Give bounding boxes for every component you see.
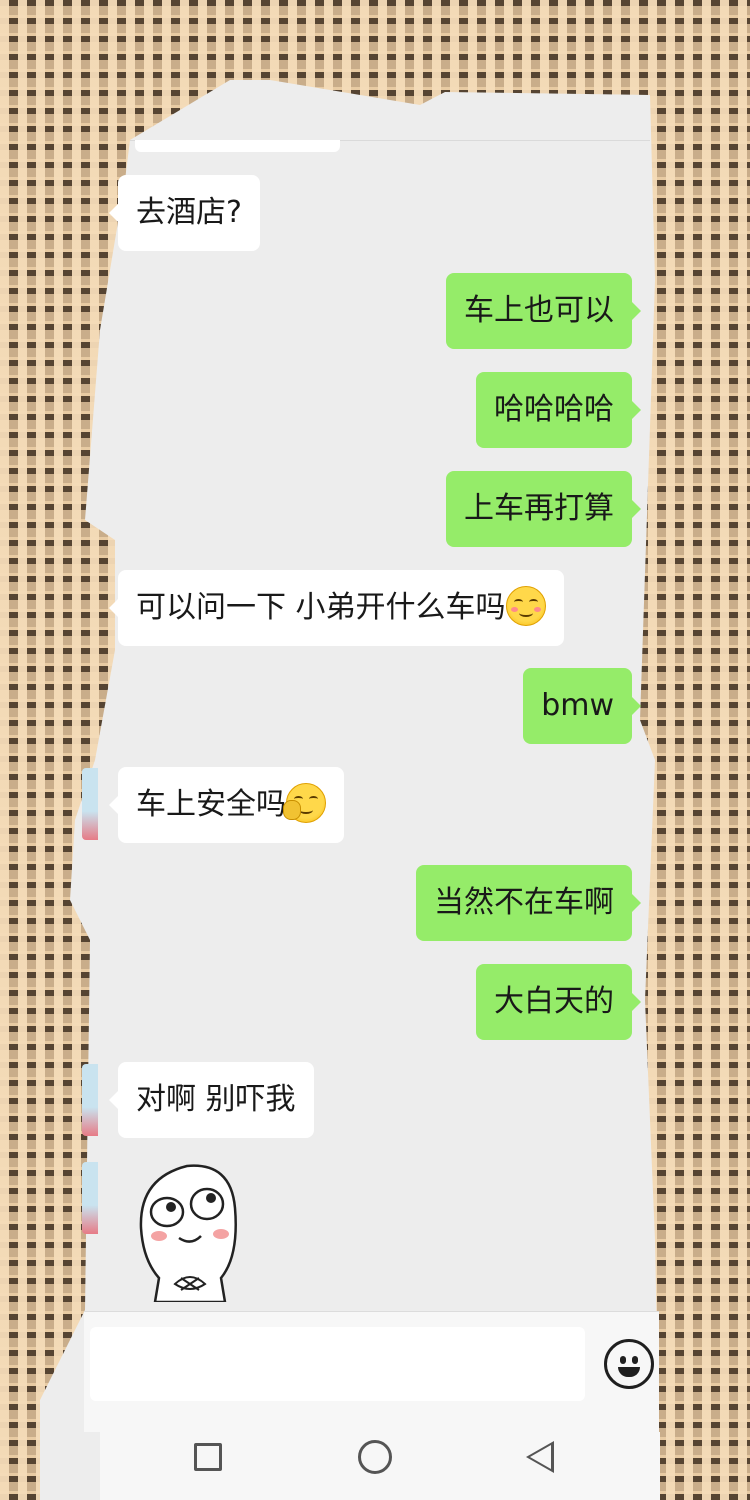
smirk-emoji-icon (505, 585, 546, 626)
contact-avatar[interactable] (82, 1064, 98, 1136)
outgoing-message[interactable]: 哈哈哈哈 (476, 372, 641, 448)
message-text: 大白天的 (494, 984, 614, 1019)
message-text: bmw (541, 688, 614, 723)
outgoing-message[interactable]: 车上也可以 (446, 273, 641, 349)
incoming-message[interactable]: 去酒店? (109, 175, 260, 251)
message-text: 去酒店? (136, 195, 242, 230)
message-text: 当然不在车啊 (434, 885, 614, 920)
triangle-back-icon[interactable] (526, 1441, 554, 1473)
square-recent-icon[interactable] (194, 1443, 222, 1471)
contact-avatar[interactable] (82, 1162, 98, 1234)
message-text: 车上安全吗 (136, 787, 286, 822)
outgoing-message[interactable]: 当然不在车啊 (416, 865, 641, 941)
facepalm-emoji-icon (283, 782, 326, 823)
circle-home-icon[interactable] (358, 1440, 392, 1474)
incoming-message[interactable]: 可以问一下 小弟开什么车吗 (109, 570, 564, 646)
outgoing-message[interactable]: bmw (523, 668, 641, 744)
outgoing-message[interactable]: 上车再打算 (446, 471, 641, 547)
message-input[interactable] (90, 1327, 585, 1401)
chat-screen: 去酒店? 车上也可以 哈哈哈哈 上车再打算 可以问一下 小弟开什么车吗 bmw … (0, 0, 750, 1500)
chat-background (40, 80, 660, 1500)
message-text: 车上也可以 (464, 293, 614, 328)
contact-avatar[interactable] (82, 768, 98, 840)
previous-message-fragment (135, 140, 340, 152)
incoming-message[interactable]: 对啊 别吓我 (109, 1062, 314, 1138)
incoming-message[interactable]: 车上安全吗 (109, 767, 344, 843)
message-text: 可以问一下 小弟开什么车吗 (136, 590, 506, 625)
message-text: 上车再打算 (464, 491, 614, 526)
smiley-face-icon[interactable] (604, 1339, 654, 1389)
message-text: 对啊 别吓我 (136, 1082, 296, 1117)
outgoing-message[interactable]: 大白天的 (476, 964, 641, 1040)
message-text: 哈哈哈哈 (494, 392, 614, 427)
meme-face-sticker[interactable] (135, 1160, 245, 1302)
